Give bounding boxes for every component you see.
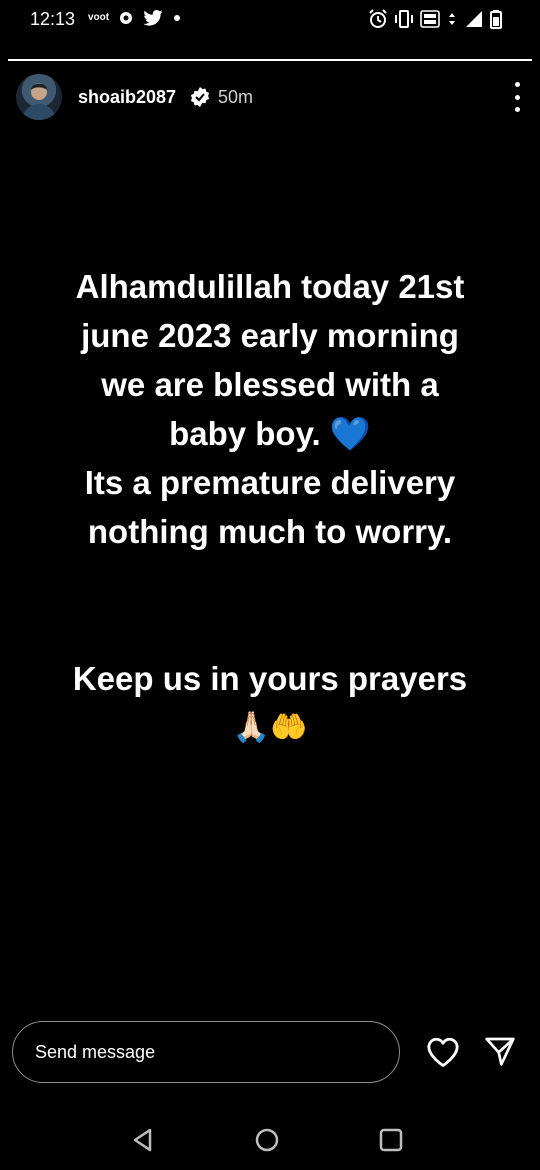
profile-photo-icon [22, 83, 56, 120]
username[interactable]: shoaib2087 [78, 87, 176, 108]
system-nav-bar [0, 1100, 540, 1170]
volte-icon [420, 10, 440, 28]
send-message-input[interactable] [12, 1021, 400, 1083]
avatar[interactable] [16, 74, 62, 120]
status-time: 12:13 [30, 9, 76, 29]
story-line: baby boy. 💙 [169, 415, 371, 452]
data-4g-icon [449, 13, 455, 25]
story-line: Alhamdulillah today 21st [75, 268, 465, 305]
more-dot-icon [514, 82, 520, 87]
back-icon[interactable] [130, 1127, 156, 1153]
story-line: Its a premature delivery [84, 464, 456, 501]
verified-badge-icon [190, 87, 210, 107]
dot-icon [174, 15, 181, 21]
story-line: nothing much to worry. [87, 513, 453, 550]
signal-icon [466, 11, 482, 27]
story-progress-fill [8, 59, 532, 61]
story-closing-line: Keep us in yours prayers [72, 660, 468, 697]
story-text: Alhamdulillah today 21st june 2023 early… [20, 262, 520, 752]
app-icon [120, 12, 133, 24]
status-right-icons [368, 9, 502, 29]
more-dot-icon [514, 107, 520, 112]
share-send-icon[interactable] [484, 1035, 516, 1067]
story-line: we are blessed with a [101, 366, 439, 403]
battery-icon [490, 10, 502, 29]
more-options-button[interactable] [510, 82, 524, 112]
post-time: 50m [218, 87, 254, 107]
alarm-icon [369, 9, 387, 28]
more-dot-icon [514, 94, 520, 100]
status-bar: 12:13 voot [0, 0, 540, 40]
prayer-emoji: 🙏🏻🤲 [232, 711, 308, 744]
reply-bar [12, 1021, 528, 1087]
vibrate-icon [395, 10, 413, 28]
voot-icon: voot [88, 12, 110, 23]
home-icon[interactable] [254, 1127, 280, 1153]
twitter-icon [143, 10, 163, 26]
story-header: shoaib2087 50m [16, 74, 524, 120]
story-line: june 2023 early morning [81, 317, 459, 354]
status-left-icons: voot [88, 10, 181, 26]
like-heart-icon[interactable] [426, 1036, 460, 1068]
recents-icon[interactable] [378, 1127, 404, 1153]
